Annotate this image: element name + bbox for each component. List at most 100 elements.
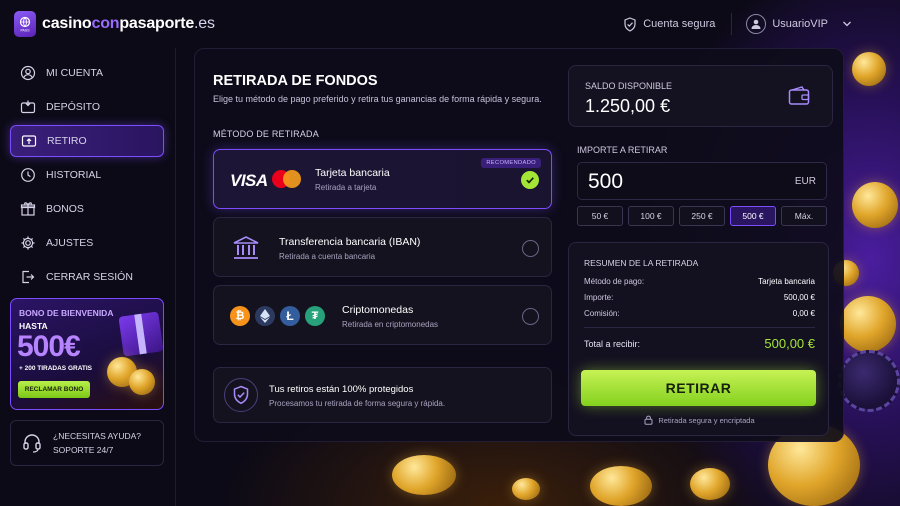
gold-coin-decoration [852, 182, 898, 228]
amount-value: 500 [588, 170, 624, 193]
sidebar-item-label: CERRAR SESIÓN [46, 271, 133, 283]
summary-row-label: Importe: [584, 293, 614, 302]
help-title: ¿NECESITAS AYUDA? [53, 431, 142, 441]
quick-amount-500[interactable]: 500 € [730, 206, 776, 226]
sidebar-item-label: AJUSTES [46, 237, 94, 249]
sidebar-item-mi-cuenta[interactable]: MI CUENTA [10, 57, 164, 89]
promo-title: BONO DE BIENVENIDA [19, 308, 114, 318]
method-subtitle: Retirada en criptomonedas [342, 320, 439, 329]
litecoin-icon: Ł [280, 306, 300, 326]
amount-input[interactable]: 500 EUR [577, 162, 827, 200]
bank-icon [233, 236, 259, 259]
balance-card: SALDO DISPONIBLE 1.250,00 € [568, 65, 833, 127]
promo-extra: + 200 TIRADAS GRATIS [19, 365, 93, 372]
visa-logo: VISA [230, 171, 268, 190]
lock-icon [644, 415, 653, 425]
clock-icon [21, 168, 35, 182]
promo-amount: 500€ [17, 330, 81, 363]
sidebar-item-label: HISTORIAL [46, 169, 102, 181]
help-subtitle: SOPORTE 24/7 [53, 445, 114, 455]
radio-button[interactable] [522, 240, 539, 257]
site-logo[interactable]: casinoconpasaporte.es [42, 15, 215, 33]
username: UsuarioVIP [772, 18, 828, 30]
quick-amount-100[interactable]: 100 € [628, 206, 674, 226]
summary-row-value: 0,00 € [792, 309, 815, 318]
sidebar: MI CUENTA DEPÓSITO RETIRO HISTORIAL BONO… [0, 48, 176, 506]
selected-check-icon [521, 171, 539, 189]
chevron-down-icon [843, 21, 851, 27]
quick-amount-250[interactable]: 250 € [679, 206, 725, 226]
sidebar-item-retiro[interactable]: RETIRO [10, 125, 164, 157]
user-menu[interactable]: UsuarioVIP [746, 14, 886, 34]
page-title: RETIRADA DE FONDOS [213, 73, 378, 89]
protection-subtitle: Procesamos tu retirada de forma segura y… [269, 399, 446, 408]
summary-row: Método de pago: Tarjeta bancaria [584, 277, 815, 286]
secure-account-label: Cuenta segura [643, 18, 716, 30]
welcome-bonus-promo[interactable]: BONO DE BIENVENIDA HASTA 500€ + 200 TIRA… [10, 298, 164, 410]
gold-coin-decoration [392, 455, 456, 495]
total-value: 500,00 € [764, 336, 815, 351]
quick-amount-50[interactable]: 50 € [577, 206, 623, 226]
divider [584, 327, 815, 328]
summary-row-label: Comisión: [584, 309, 620, 318]
withdrawal-summary: RESUMEN DE LA RETIRADA Método de pago: T… [568, 242, 829, 436]
logout-icon [22, 270, 35, 284]
sidebar-item-deposito[interactable]: DEPÓSITO [10, 91, 164, 123]
passport-logo-icon[interactable]: PASS [14, 11, 36, 37]
quick-amount-max[interactable]: Máx. [781, 206, 827, 226]
sidebar-item-cerrar-sesion[interactable]: CERRAR SESIÓN [10, 261, 164, 293]
balance-value: 1.250,00 € [585, 96, 671, 116]
method-crypto-option[interactable]: ₿ Ł ₮ Criptomonedas Retirada en criptomo… [213, 285, 552, 345]
mastercard-logo [272, 170, 302, 188]
protection-title: Tus retiros están 100% protegidos [269, 384, 414, 395]
sidebar-item-label: DEPÓSITO [46, 101, 101, 113]
top-bar: PASS casinoconpasaporte.es Cuenta segura… [0, 0, 900, 48]
ethereum-icon [255, 306, 275, 326]
summary-row-value: Tarjeta bancaria [758, 277, 815, 286]
gold-coin-decoration [840, 296, 896, 352]
withdraw-icon [21, 135, 37, 147]
gift-box-decoration [118, 311, 163, 357]
method-section-label: MÉTODO DE RETIRADA [213, 129, 319, 139]
divider [731, 13, 733, 35]
gold-coin-decoration [590, 466, 652, 506]
sidebar-item-label: BONOS [46, 203, 84, 215]
recommended-badge: RECOMENDADO [481, 158, 541, 168]
sidebar-item-label: MI CUENTA [46, 67, 103, 79]
secure-account-indicator[interactable]: Cuenta segura [623, 16, 731, 32]
shield-check-icon [624, 16, 636, 32]
protection-notice: Tus retiros están 100% protegidos Proces… [213, 367, 552, 423]
gold-coin-decoration [852, 52, 886, 86]
summary-total: Total a recibir: 500,00 € [584, 336, 815, 351]
headset-icon [23, 434, 41, 453]
user-icon [751, 19, 761, 29]
wallet-icon [20, 100, 36, 114]
svg-text:PASS: PASS [20, 29, 30, 33]
claim-bonus-button[interactable]: RECLAMAR BONO [18, 381, 90, 398]
avatar [746, 14, 767, 34]
gold-coin-decoration [129, 369, 155, 395]
method-title: Transferencia bancaria (IBAN) [279, 236, 421, 248]
summary-row-label: Método de pago: [584, 277, 645, 286]
sidebar-item-ajustes[interactable]: AJUSTES [10, 227, 164, 259]
page-subtitle: Elige tu método de pago preferido y reti… [213, 94, 542, 104]
sidebar-item-label: RETIRO [47, 135, 87, 147]
summary-row: Importe: 500,00 € [584, 293, 815, 302]
secure-note-text: Retirada segura y encriptada [658, 415, 755, 425]
gold-coin-decoration [512, 478, 540, 500]
method-subtitle: Retirada a tarjeta [315, 183, 377, 192]
gift-icon [20, 202, 36, 216]
radio-button[interactable] [522, 308, 539, 325]
amount-label: IMPORTE A RETIRAR [577, 145, 668, 155]
secure-note: Retirada segura y encriptada [569, 415, 830, 425]
help-support-box[interactable]: ¿NECESITAS AYUDA? SOPORTE 24/7 [10, 420, 164, 466]
summary-row-value: 500,00 € [783, 293, 815, 302]
method-title: Tarjeta bancaria [315, 167, 390, 179]
method-card-option[interactable]: VISA Tarjeta bancaria Retirada a tarjeta… [213, 149, 552, 209]
sidebar-item-bonos[interactable]: BONOS [10, 193, 164, 225]
sidebar-item-historial[interactable]: HISTORIAL [10, 159, 164, 191]
user-icon [20, 65, 36, 81]
method-bank-transfer-option[interactable]: Transferencia bancaria (IBAN) Retirada a… [213, 217, 552, 277]
bitcoin-icon: ₿ [230, 306, 250, 326]
withdraw-button[interactable]: RETIRAR [581, 370, 816, 406]
